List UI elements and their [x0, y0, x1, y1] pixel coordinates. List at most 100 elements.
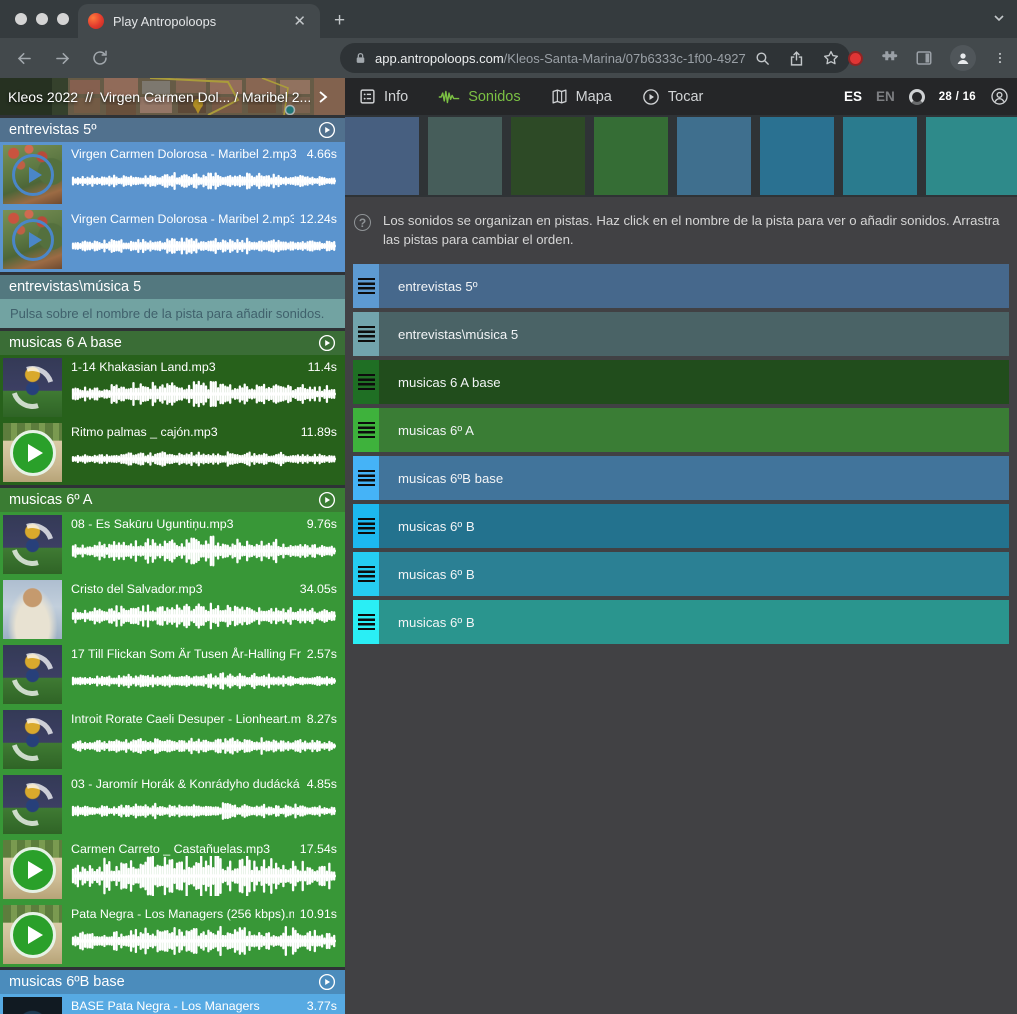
clip-waveform[interactable]: [71, 531, 337, 571]
tab-tocar[interactable]: Tocar: [642, 88, 703, 106]
track-row-label[interactable]: musicas 6º B: [379, 504, 1009, 548]
tab-close-icon[interactable]: ✕: [289, 12, 310, 31]
track-section-title[interactable]: musicas 6º A: [9, 492, 92, 508]
clip-name[interactable]: Introit Rorate Caeli Desuper - Lionheart…: [71, 712, 301, 726]
forward-button[interactable]: [52, 48, 72, 68]
tab-mapa[interactable]: Mapa: [551, 88, 612, 105]
clip-waveform[interactable]: [71, 439, 337, 479]
track-row[interactable]: musicas 6º B: [353, 504, 1009, 548]
clip-waveform[interactable]: [71, 161, 337, 201]
track-section-header[interactable]: musicas 6º A: [0, 488, 345, 512]
lang-en-button[interactable]: EN: [876, 89, 895, 104]
clip[interactable]: Pata Negra - Los Managers (256 kbps).mp3…: [0, 902, 345, 967]
clip-name[interactable]: Pata Negra - Los Managers (256 kbps).mp3: [71, 907, 294, 921]
track-row[interactable]: musicas 6ºB base: [353, 456, 1009, 500]
clip-waveform[interactable]: [71, 856, 337, 896]
extensions-puzzle-icon[interactable]: [880, 49, 898, 67]
address-bar[interactable]: app.antropoloops.com/Kleos-Santa-Marina/…: [340, 43, 850, 73]
clip-thumbnail[interactable]: [3, 145, 62, 204]
clip-waveform[interactable]: [71, 661, 337, 701]
clip[interactable]: BASE Pata Negra - Los Managers3.77s: [0, 994, 345, 1014]
clip-name[interactable]: 1-14 Khakasian Land.mp3: [71, 360, 302, 374]
clip-name[interactable]: Virgen Carmen Dolorosa - Maribel 2.mp3: [71, 147, 301, 161]
clip-name[interactable]: 17 Till Flickan Som Är Tusen År-Halling …: [71, 647, 301, 661]
clip[interactable]: 1-14 Khakasian Land.mp311.4s: [0, 355, 345, 420]
share-icon[interactable]: [788, 50, 805, 67]
track-section-title[interactable]: musicas 6ºB base: [9, 974, 125, 990]
clip-name[interactable]: Virgen Carmen Dolorosa - Maribel 2.mp3: [71, 212, 294, 226]
reload-button[interactable]: [90, 48, 110, 68]
profile-avatar[interactable]: [950, 45, 976, 71]
play-track-icon[interactable]: [318, 973, 336, 991]
track-row-label[interactable]: musicas 6º A: [379, 408, 1009, 452]
track-row-label[interactable]: musicas 6º B: [379, 552, 1009, 596]
track-row[interactable]: musicas 6º B: [353, 552, 1009, 596]
track-drag-handle[interactable]: [353, 360, 379, 404]
window-controls[interactable]: [15, 13, 69, 25]
track-drag-handle[interactable]: [353, 456, 379, 500]
back-button[interactable]: [14, 48, 34, 68]
clip-loading-spinner-icon[interactable]: [3, 710, 62, 769]
clip-waveform[interactable]: [71, 921, 337, 961]
track-section-title[interactable]: musicas 6 A base: [9, 335, 122, 351]
clip-play-icon[interactable]: [3, 840, 62, 899]
track-row-label[interactable]: entrevistas\música 5: [379, 312, 1009, 356]
clip-thumbnail[interactable]: [3, 840, 62, 899]
bookmark-star-icon[interactable]: [822, 49, 840, 67]
clip-play-icon[interactable]: [3, 423, 62, 482]
clip-thumbnail[interactable]: [3, 645, 62, 704]
track-row[interactable]: musicas 6º B: [353, 600, 1009, 644]
clip-thumbnail[interactable]: [3, 905, 62, 964]
zoom-icon[interactable]: [754, 50, 771, 67]
clip-play-icon[interactable]: [3, 210, 62, 269]
clip-thumbnail[interactable]: [3, 423, 62, 482]
clip-name[interactable]: Cristo del Salvador.mp3: [71, 582, 294, 596]
track-drag-handle[interactable]: [353, 552, 379, 596]
play-track-icon[interactable]: [318, 334, 336, 352]
track-drag-handle[interactable]: [353, 312, 379, 356]
project-map-banner[interactable]: Kleos 2022 // Virgen Carmen Dol... / Mar…: [0, 78, 345, 115]
clip[interactable]: Carmen Carreto _ Castañuelas.mp317.54s: [0, 837, 345, 902]
track-section-header[interactable]: musicas 6 A base: [0, 331, 345, 355]
breadcrumb-project[interactable]: Kleos 2022: [8, 89, 78, 105]
clip-loading-spinner-icon[interactable]: [3, 775, 62, 834]
browser-tab[interactable]: Play Antropoloops ✕: [78, 4, 320, 38]
browser-menu-kebab-icon[interactable]: [993, 50, 1007, 66]
track-section-title[interactable]: entrevistas\música 5: [9, 279, 141, 295]
clip-name[interactable]: BASE Pata Negra - Los Managers: [71, 999, 301, 1013]
clip-thumbnail[interactable]: [3, 210, 62, 269]
url-text[interactable]: app.antropoloops.com/Kleos-Santa-Marina/…: [375, 51, 746, 66]
window-close-button[interactable]: [15, 13, 27, 25]
clip-loading-spinner-icon[interactable]: [3, 515, 62, 574]
record-indicator-icon[interactable]: [848, 51, 863, 66]
lang-es-button[interactable]: ES: [844, 89, 862, 104]
clip-name[interactable]: 08 - Es Sakūru Uguntiņu.mp3: [71, 517, 301, 531]
clip-thumbnail[interactable]: [3, 515, 62, 574]
clip-name[interactable]: 03 - Jaromír Horák & Konrádyho dudácká .…: [71, 777, 301, 791]
clip-waveform[interactable]: [71, 726, 337, 766]
clip-loading-spinner-icon[interactable]: [3, 358, 62, 417]
tab-info[interactable]: Info: [359, 88, 408, 105]
clip-waveform[interactable]: [71, 374, 337, 414]
track-row[interactable]: entrevistas\música 5: [353, 312, 1009, 356]
clip[interactable]: Virgen Carmen Dolorosa - Maribel 2.mp312…: [0, 207, 345, 272]
breadcrumb[interactable]: Kleos 2022 // Virgen Carmen Dol... / Mar…: [0, 78, 345, 115]
track-row[interactable]: musicas 6 A base: [353, 360, 1009, 404]
clip-play-icon[interactable]: [3, 905, 62, 964]
new-tab-button[interactable]: +: [334, 10, 345, 32]
clip[interactable]: 03 - Jaromír Horák & Konrádyho dudácká .…: [0, 772, 345, 837]
track-row[interactable]: musicas 6º A: [353, 408, 1009, 452]
play-track-icon[interactable]: [318, 121, 336, 139]
track-drag-handle[interactable]: [353, 408, 379, 452]
track-row-label[interactable]: musicas 6ºB base: [379, 456, 1009, 500]
track-section-header[interactable]: musicas 6ºB base: [0, 970, 345, 994]
track-row-label[interactable]: musicas 6 A base: [379, 360, 1009, 404]
track-drag-handle[interactable]: [353, 264, 379, 308]
tab-search-chevron-icon[interactable]: [993, 12, 1005, 24]
clip[interactable]: 08 - Es Sakūru Uguntiņu.mp39.76s: [0, 512, 345, 577]
clip-waveform[interactable]: [71, 596, 337, 636]
clip[interactable]: Cristo del Salvador.mp334.05s: [0, 577, 345, 642]
window-zoom-button[interactable]: [57, 13, 69, 25]
clip-play-icon[interactable]: [3, 145, 62, 204]
clip-thumbnail[interactable]: [3, 997, 62, 1014]
